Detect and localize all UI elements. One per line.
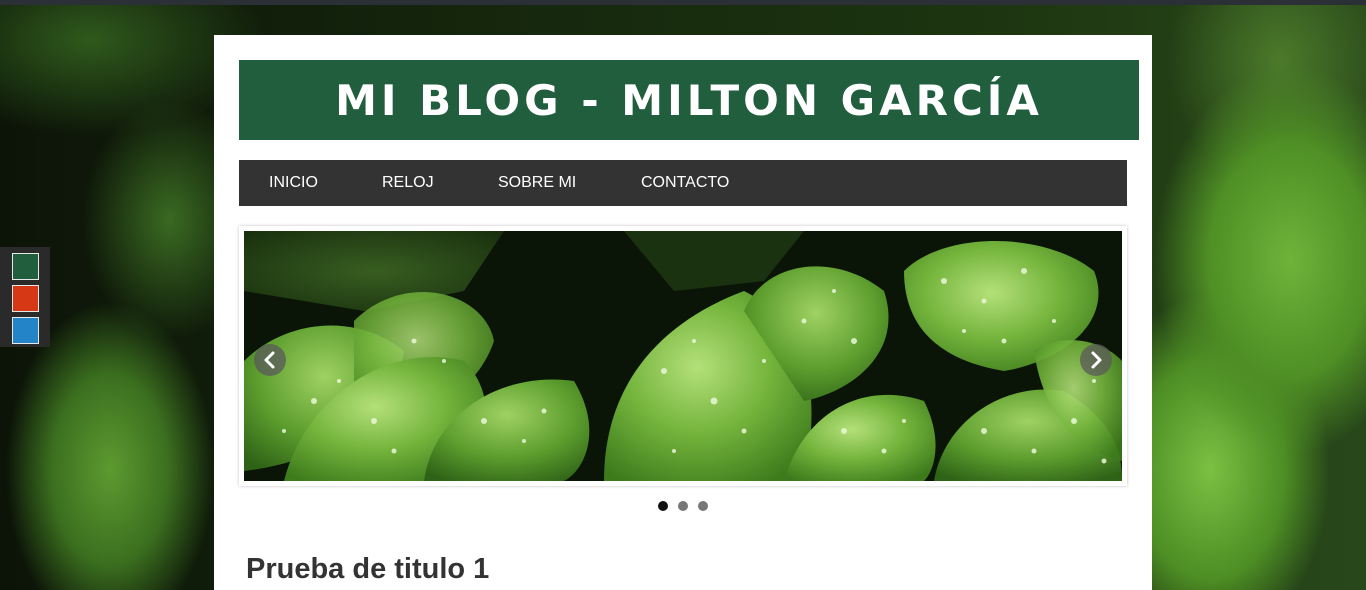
image-carousel (239, 226, 1127, 486)
carousel-indicators (214, 501, 1152, 513)
nav-item-sobre-mi[interactable]: SOBRE MI (498, 160, 576, 206)
carousel-indicator-3[interactable] (698, 501, 708, 511)
site-header: MI BLOG - MILTON GARCÍA (239, 60, 1139, 140)
carousel-indicator-2[interactable] (678, 501, 688, 511)
carousel-slide-image (244, 231, 1122, 481)
nav-item-inicio[interactable]: INICIO (269, 160, 318, 206)
nav-item-contacto[interactable]: CONTACTO (641, 160, 729, 206)
nav-item-reloj[interactable]: RELOJ (382, 160, 434, 206)
carousel-indicator-1[interactable] (658, 501, 668, 511)
color-swatch-green[interactable] (12, 253, 39, 280)
main-container: MI BLOG - MILTON GARCÍA INICIO RELOJ SOB… (214, 35, 1152, 590)
color-swatch-blue[interactable] (12, 317, 39, 344)
carousel-next-button[interactable] (1080, 344, 1112, 376)
carousel-prev-button[interactable] (254, 344, 286, 376)
chevron-left-icon (264, 351, 275, 369)
browser-top-strip (0, 0, 1366, 5)
site-title: MI BLOG - MILTON GARCÍA (335, 75, 1043, 125)
nav-bar: INICIO RELOJ SOBRE MI CONTACTO (239, 160, 1127, 206)
post-title[interactable]: Prueba de titulo 1 (246, 553, 489, 586)
chevron-right-icon (1091, 351, 1102, 369)
color-swatch-red[interactable] (12, 285, 39, 312)
leaves-photo (244, 231, 1122, 481)
color-switcher (0, 247, 50, 347)
